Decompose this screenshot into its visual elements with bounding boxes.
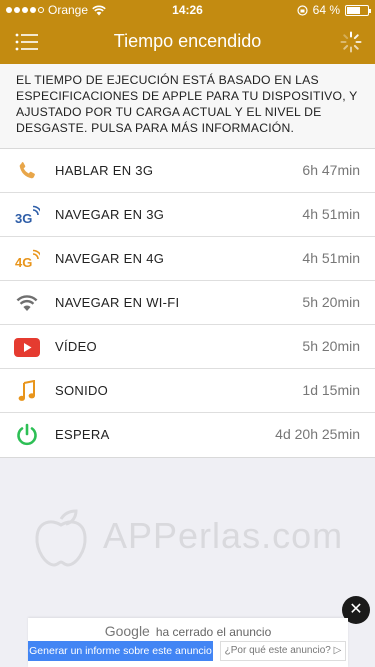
svg-text:3G: 3G: [15, 211, 32, 226]
navigation-bar: Tiempo encendido: [0, 20, 375, 64]
list-item-label: NAVEGAR EN WI-FI: [55, 295, 180, 310]
power-icon: [14, 422, 40, 448]
list-item-standby[interactable]: ESPERA 4d 20h 25min: [0, 413, 375, 457]
loading-spinner-icon: [340, 31, 362, 53]
battery-info-notice[interactable]: EL TIEMPO DE EJECUCIÓN ESTÁ BASADO EN LA…: [0, 64, 375, 148]
list-item-value: 4h 51min: [302, 206, 360, 222]
list-item-label: VÍDEO: [55, 339, 97, 354]
phone-icon: [14, 158, 40, 184]
wifi-icon: [14, 290, 40, 316]
battery-icon: [345, 4, 371, 16]
list-item-value: 5h 20min: [302, 294, 360, 310]
ad-closed-message: Google ha cerrado el anuncio: [28, 623, 348, 639]
list-item-browse-3g[interactable]: 3G NAVEGAR EN 3G 4h 51min: [0, 193, 375, 237]
refresh-button[interactable]: [339, 30, 363, 54]
music-icon: [14, 378, 40, 404]
list-item-value: 5h 20min: [302, 338, 360, 354]
report-ad-button[interactable]: Generar un informe sobre este anuncio: [28, 641, 213, 661]
watermark: APPerlas.com: [28, 505, 368, 575]
close-icon: ✕: [349, 601, 363, 618]
list-item-value: 4d 20h 25min: [275, 426, 360, 442]
battery-percent: 64 %: [312, 3, 340, 17]
list-item-label: NAVEGAR EN 3G: [55, 207, 165, 222]
list-item-browse-wifi[interactable]: NAVEGAR EN WI-FI 5h 20min: [0, 281, 375, 325]
ad-banner: Google ha cerrado el anuncio Generar un i…: [28, 618, 348, 667]
usage-time-list: HABLAR EN 3G 6h 47min 3G NAVEGAR EN 3G 4…: [0, 148, 375, 458]
watermark-text: APPerlas.com: [103, 515, 344, 556]
list-item-browse-4g[interactable]: 4G NAVEGAR EN 4G 4h 51min: [0, 237, 375, 281]
svg-text:4G: 4G: [15, 255, 32, 270]
list-item-video[interactable]: VÍDEO 5h 20min: [0, 325, 375, 369]
why-this-ad-label: ¿Por qué este anuncio?: [224, 645, 331, 656]
rotation-lock-icon: [297, 4, 308, 16]
list-item-label: NAVEGAR EN 4G: [55, 251, 165, 266]
list-item-value: 6h 47min: [302, 162, 360, 178]
list-item-label: ESPERA: [55, 427, 110, 442]
list-item-label: HABLAR EN 3G: [55, 163, 154, 178]
4g-icon: 4G: [14, 246, 40, 272]
ad-closed-text: ha cerrado el anuncio: [155, 625, 272, 639]
apple-logo-watermark-icon: [35, 509, 87, 567]
status-bar: Orange 14:26 64 %: [0, 0, 375, 20]
page-title: Tiempo encendido: [113, 31, 262, 51]
why-this-ad-button[interactable]: ¿Por qué este anuncio? ▷: [220, 641, 346, 661]
google-logo: Google: [104, 623, 150, 639]
video-icon: [14, 334, 40, 360]
ad-choices-icon: ▷: [333, 645, 342, 656]
list-item-label: SONIDO: [55, 383, 109, 398]
list-item-value: 1d 15min: [302, 382, 360, 398]
3g-icon: 3G: [14, 202, 40, 228]
list-item-talk-3g[interactable]: HABLAR EN 3G 6h 47min: [0, 149, 375, 193]
list-item-value: 4h 51min: [302, 250, 360, 266]
list-item-sound[interactable]: SONIDO 1d 15min: [0, 369, 375, 413]
